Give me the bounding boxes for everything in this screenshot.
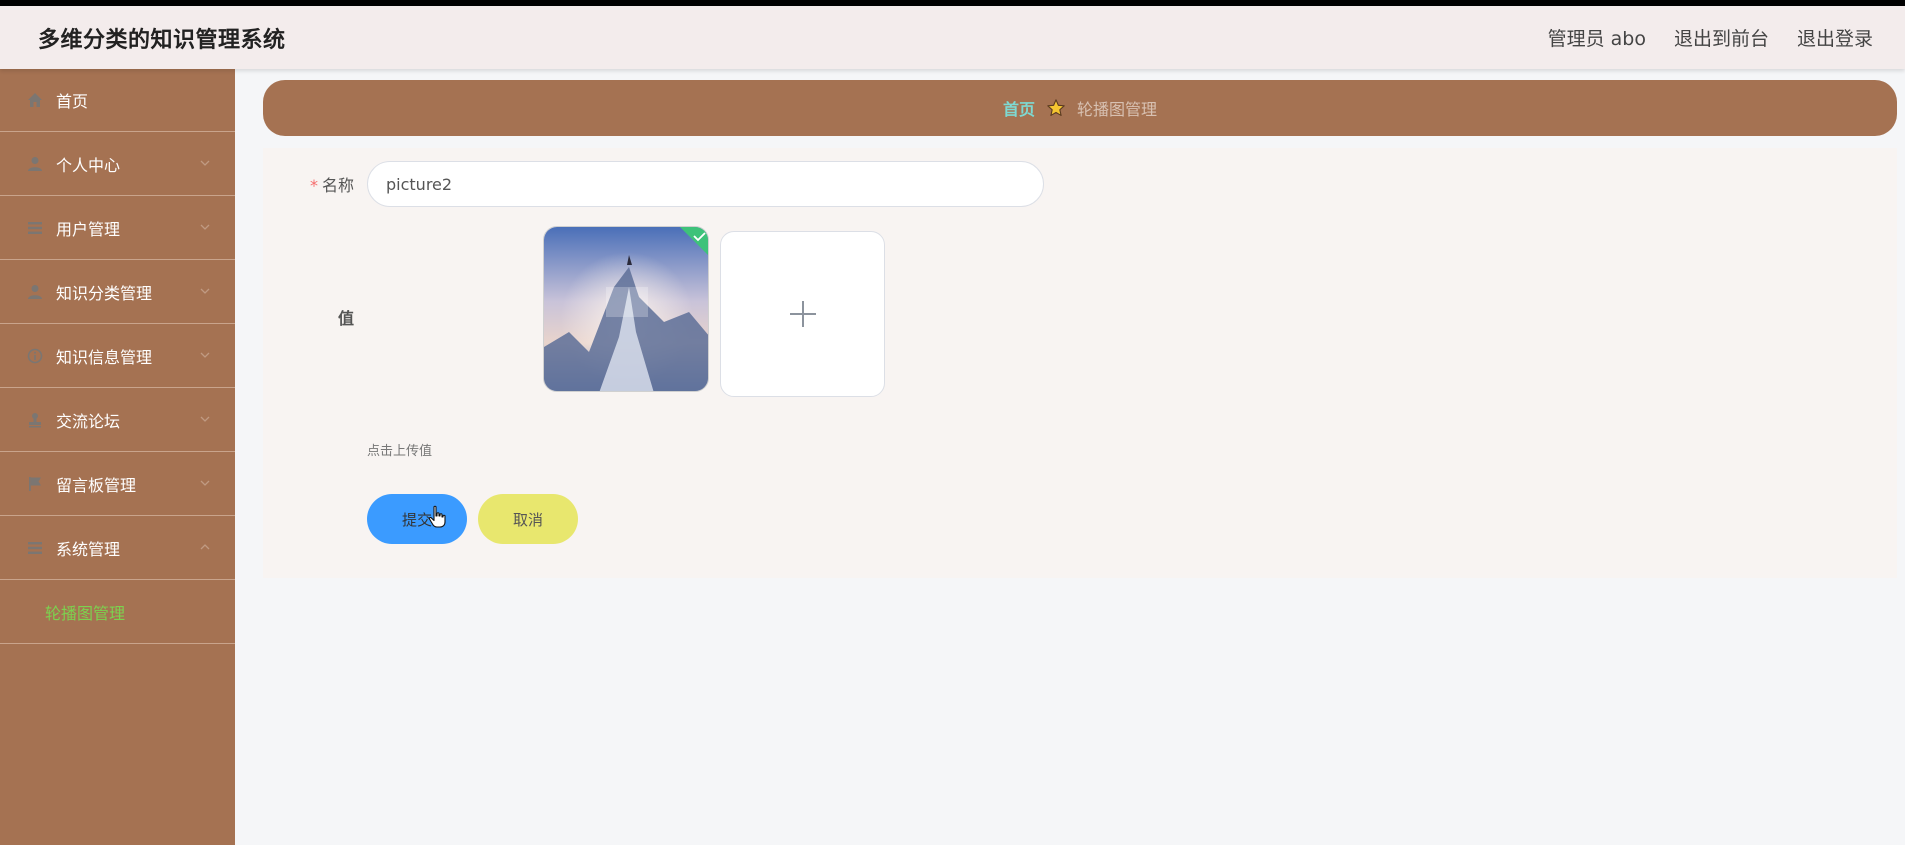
breadcrumb-current: 轮播图管理 — [1077, 100, 1158, 119]
list-icon — [27, 220, 43, 236]
chevron-down-icon — [199, 474, 211, 486]
sidebar: 首页 个人中心 用户管理 知识分类管理 知识信息管理 交流论坛 留言板管理 系统… — [0, 69, 235, 845]
sidebar-item-label: 知识分类管理 — [56, 283, 153, 303]
cancel-button[interactable]: 取消 — [478, 494, 578, 544]
sidebar-item-label: 个人中心 — [56, 155, 121, 175]
sidebar-subitem-label: 轮播图管理 — [45, 603, 126, 623]
app-title: 多维分类的知识管理系统 — [38, 27, 286, 53]
sidebar-item-user-management[interactable]: 用户管理 — [0, 196, 235, 260]
breadcrumb: 首页 轮播图管理 — [263, 80, 1897, 136]
upload-add-button[interactable] — [720, 231, 885, 397]
submit-button[interactable]: 提交 — [367, 494, 467, 544]
value-label: 值 — [338, 309, 355, 328]
sidebar-item-system-management[interactable]: 系统管理 — [0, 516, 235, 580]
sidebar-item-knowledge-info[interactable]: 知识信息管理 — [0, 324, 235, 388]
sidebar-item-label: 交流论坛 — [56, 411, 121, 431]
sidebar-item-label: 用户管理 — [56, 219, 121, 239]
header-actions: 管理员 abo 退出到前台 退出登录 — [1548, 24, 1873, 51]
user-icon — [27, 284, 43, 300]
sidebar-item-personal-center[interactable]: 个人中心 — [0, 132, 235, 196]
chevron-down-icon — [199, 218, 211, 230]
name-label: * 名称 — [310, 172, 354, 196]
name-label-text: 名称 — [322, 176, 355, 195]
sidebar-item-knowledge-category[interactable]: 知识分类管理 — [0, 260, 235, 324]
chevron-up-icon — [199, 538, 211, 550]
sidebar-item-label: 首页 — [56, 92, 89, 111]
name-input[interactable] — [367, 161, 1044, 207]
sidebar-item-home[interactable]: 首页 — [0, 69, 235, 132]
required-mark: * — [310, 176, 318, 195]
chevron-down-icon — [199, 282, 211, 294]
logout-link[interactable]: 退出登录 — [1797, 24, 1873, 51]
sidebar-item-label: 留言板管理 — [56, 475, 137, 495]
chevron-down-icon — [199, 346, 211, 358]
user-icon — [27, 156, 43, 172]
plus-icon — [789, 301, 816, 327]
sidebar-item-label: 知识信息管理 — [56, 347, 153, 367]
sidebar-item-forum[interactable]: 交流论坛 — [0, 388, 235, 452]
home-icon — [27, 92, 43, 108]
sidebar-item-label: 系统管理 — [56, 539, 121, 559]
chevron-down-icon — [199, 154, 211, 166]
exit-to-front-link[interactable]: 退出到前台 — [1674, 24, 1769, 51]
star-icon — [1045, 97, 1067, 119]
uploaded-image-thumbnail[interactable] — [543, 226, 709, 392]
breadcrumb-home[interactable]: 首页 — [1003, 96, 1035, 120]
upload-hint: 点击上传值 — [367, 444, 433, 459]
sidebar-item-message-board[interactable]: 留言板管理 — [0, 452, 235, 516]
admin-label: 管理员 abo — [1547, 28, 1646, 50]
app-header: 多维分类的知识管理系统 管理员 abo 退出到前台 退出登录 — [0, 6, 1905, 69]
info-icon — [27, 348, 43, 364]
stamp-icon — [27, 412, 43, 428]
chevron-down-icon — [199, 410, 211, 422]
sidebar-subitem-carousel[interactable]: 轮播图管理 — [0, 580, 235, 644]
flag-icon — [27, 476, 43, 492]
list-icon — [27, 540, 43, 556]
